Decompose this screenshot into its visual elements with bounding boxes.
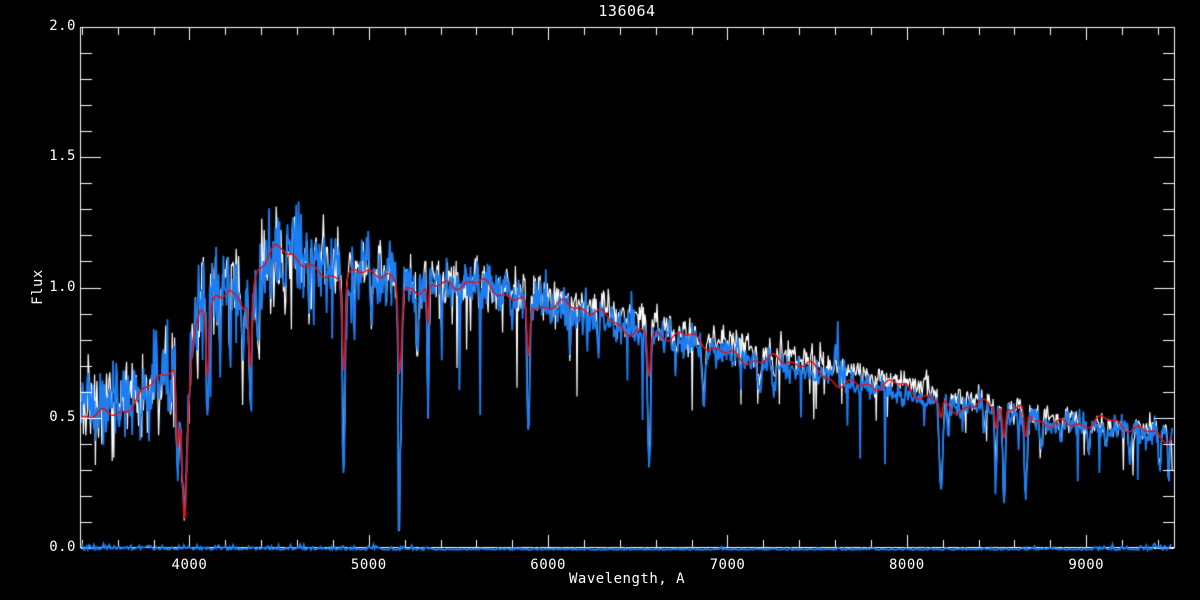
y-tick-label: 1.5 [49,148,76,165]
y-tick-label: 0.0 [49,539,76,555]
spectrum-plot-window: 136064 Wavelength, A Flux 4000 5000 6000 70… [0,0,1200,600]
y-tick-label: 0.5 [49,408,76,425]
y-tick-label: 2.0 [49,18,76,34]
x-tick-label: 5000 [350,557,387,573]
spectrum-canvas [0,0,1200,600]
x-tick-label: 9000 [1068,557,1105,573]
x-axis-label: Wavelength, A [568,571,686,587]
x-tick-label: 8000 [888,557,925,573]
x-tick-label: 7000 [709,557,746,573]
x-tick-label: 6000 [530,557,566,573]
plot-title: 136064 [598,2,656,20]
x-tick-label: 4000 [171,557,208,573]
y-tick-label: 1.0 [49,278,76,295]
